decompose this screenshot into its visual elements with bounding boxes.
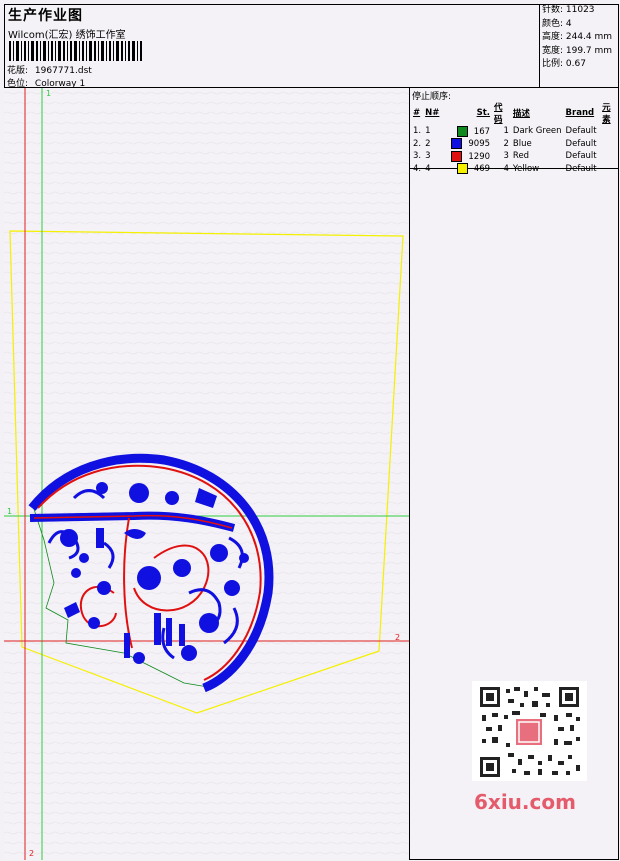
guide-label-green-top: 1: [46, 89, 51, 98]
stop-row-index: 1.: [413, 126, 422, 137]
stop-row-code: 1: [503, 126, 509, 137]
stop-row-stitches: 167: [449, 125, 492, 138]
stop-row-description: Blue: [512, 138, 532, 149]
table-header-row: # N# St. 代码 描述 Brand 元素: [411, 101, 619, 125]
stop-row-index: 2.: [413, 138, 422, 149]
stop-row-element: [600, 138, 619, 151]
stop-row-stitch-value: 167: [473, 126, 491, 137]
stop-row-brand: Default: [565, 138, 597, 149]
stop-row-element: [600, 125, 619, 138]
stats-panel: 针数: 11023 颜色: 4 高度: 244.4 mm 宽度: 199.7 m…: [540, 4, 619, 88]
barcode-image: [9, 41, 142, 61]
col-brand: Brand: [565, 108, 595, 118]
stop-row-description: Red: [512, 151, 530, 162]
stop-row-needle: 3: [425, 151, 431, 162]
company-name: Wilcom(汇宏) 绣饰工作室: [8, 30, 126, 41]
stop-row-description: Dark Green: [512, 126, 562, 137]
stop-row-stitches: 1290: [449, 150, 492, 163]
stop-row-needle: 1: [425, 126, 431, 137]
design-width: 宽度: 199.7 mm: [542, 45, 613, 56]
design-file-line: 花版: 1967771.dst: [7, 63, 92, 76]
stop-row: 2. 2 9095 2 Blue Default: [411, 138, 619, 151]
color-count: 颜色: 4: [542, 18, 572, 29]
page-title: 生产作业图: [8, 8, 83, 24]
stop-row-code: 2: [503, 138, 509, 149]
stop-row-index: 3.: [413, 151, 422, 162]
design-height: 高度: 244.4 mm: [542, 32, 613, 42]
col-element: 元素: [602, 103, 611, 125]
col-stitches: St.: [476, 108, 491, 118]
col-needle: N#: [425, 108, 440, 118]
guide-label-red-right: 2: [395, 633, 400, 642]
design-scale: 比例: 0.67: [542, 59, 586, 69]
stitch-count: 针数: 11023: [542, 5, 595, 15]
col-description: 描述: [512, 109, 530, 119]
stop-row: 3. 3 1290 3 Red Default: [411, 150, 619, 163]
guide-label-red-bottom: 2: [29, 849, 34, 858]
stop-row-stitches: 9095: [449, 138, 492, 151]
stop-row-needle: 2: [425, 138, 431, 149]
qr-code-image: [472, 681, 587, 781]
design-file-label: 花版:: [7, 66, 29, 76]
design-file-name: 1967771.dst: [34, 66, 92, 76]
guide-label-green-left: 1: [7, 507, 12, 516]
stop-row-brand: Default: [565, 126, 597, 137]
col-code: 代码: [494, 103, 503, 125]
stop-row-element: [600, 150, 619, 163]
thread-color-swatch: [451, 138, 463, 150]
stop-row-stitch-value: 1290: [468, 151, 491, 162]
stop-sequence-panel: 停止顺序: # N# St. 代码 描述 Brand 元素 1. 1 167 1 Dar…: [409, 88, 619, 175]
header-block: 生产作业图 Wilcom(汇宏) 绣饰工作室 花版: 1967771.dst 色…: [4, 4, 540, 89]
watermark-logo: 6xiu.com: [474, 790, 576, 814]
design-canvas: 1 1 2 2: [4, 88, 409, 860]
thread-color-swatch: [451, 150, 463, 162]
col-index: #: [413, 108, 421, 118]
stop-sequence-table: # N# St. 代码 描述 Brand 元素 1. 1 167 1 Dark Gree…: [411, 101, 619, 175]
stop-row-brand: Default: [565, 151, 597, 162]
thread-color-swatch: [456, 125, 468, 137]
stop-row: 1. 1 167 1 Dark Green Default: [411, 125, 619, 138]
stop-row-code: 3: [503, 151, 509, 162]
stop-row-stitch-value: 9095: [468, 139, 491, 150]
